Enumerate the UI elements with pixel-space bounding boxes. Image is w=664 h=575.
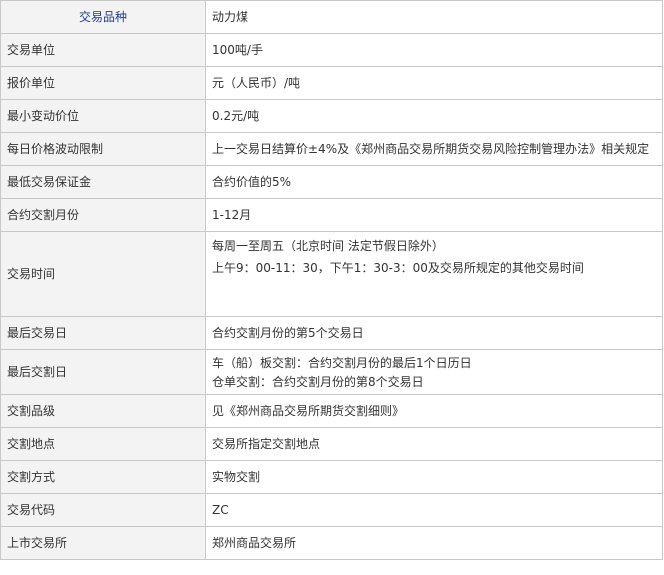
header-value-cell: 动力煤 <box>205 0 663 34</box>
value-line: 100吨/手 <box>212 43 263 57</box>
table-row: 最低交易保证金 合约价值的5% <box>0 165 663 199</box>
row-label: 最后交割日 <box>0 349 206 395</box>
table-row: 交易单位 100吨/手 <box>0 33 663 67</box>
row-value: 100吨/手 <box>205 33 663 67</box>
row-value: 交易所指定交割地点 <box>205 427 663 461</box>
row-value: 合约交割月份的第5个交易日 <box>205 316 663 350</box>
table-row: 交割方式 实物交割 <box>0 460 663 494</box>
row-value: 每周一至周五（北京时间 法定节假日除外） 上午9：00-11：30，下午1：30… <box>205 231 663 317</box>
table-row: 报价单位 元（人民币）/吨 <box>0 66 663 100</box>
row-value: 合约价值的5% <box>205 165 663 199</box>
table-row: 合约交割月份 1-12月 <box>0 198 663 232</box>
value-line: 交易所指定交割地点 <box>212 437 321 451</box>
contract-spec-table: 交易品种 动力煤 交易单位 100吨/手 报价单位 元（人民币）/吨 最小变动价… <box>0 0 663 560</box>
header-label-cell: 交易品种 <box>0 0 206 34</box>
table-row: 交易时间 每周一至周五（北京时间 法定节假日除外） 上午9：00-11：30，下… <box>0 231 663 317</box>
row-label: 交割方式 <box>0 460 206 494</box>
row-label: 最后交易日 <box>0 316 206 350</box>
row-label: 合约交割月份 <box>0 198 206 232</box>
row-value: 郑州商品交易所 <box>205 526 663 560</box>
row-value: 车（船）板交割：合约交割月份的最后1个日历日 仓单交割：合约交割月份的第8个交易… <box>205 349 663 395</box>
row-label: 交易单位 <box>0 33 206 67</box>
value-line: ZC <box>212 503 229 517</box>
row-label: 最低交易保证金 <box>0 165 206 199</box>
table-row: 交割品级 见《郑州商品交易所期货交割细则》 <box>0 394 663 428</box>
row-value: 元（人民币）/吨 <box>205 66 663 100</box>
value-line: 1-12月 <box>212 208 252 222</box>
value-line: 见《郑州商品交易所期货交割细则》 <box>212 404 405 418</box>
row-label: 交易代码 <box>0 493 206 527</box>
value-line: 0.2元/吨 <box>212 109 260 123</box>
table-row: 最后交易日 合约交割月份的第5个交易日 <box>0 316 663 350</box>
value-line: 合约交割月份的第5个交易日 <box>212 326 364 340</box>
row-label: 交割地点 <box>0 427 206 461</box>
value-line: 实物交割 <box>212 470 261 484</box>
row-value: 实物交割 <box>205 460 663 494</box>
value-line: 仓单交割：合约交割月份的第8个交易日 <box>212 374 424 389</box>
table-row: 最小变动价位 0.2元/吨 <box>0 99 663 133</box>
table-row: 最后交割日 车（船）板交割：合约交割月份的最后1个日历日 仓单交割：合约交割月份… <box>0 349 663 395</box>
row-label: 每日价格波动限制 <box>0 132 206 166</box>
table-row: 每日价格波动限制 上一交易日结算价±4%及《郑州商品交易所期货交易风险控制管理办… <box>0 132 663 166</box>
row-label: 交割品级 <box>0 394 206 428</box>
value-line: 上一交易日结算价±4%及《郑州商品交易所期货交易风险控制管理办法》相关规定 <box>212 142 650 156</box>
row-label: 上市交易所 <box>0 526 206 560</box>
row-label: 报价单位 <box>0 66 206 100</box>
value-line: 元（人民币）/吨 <box>212 76 301 90</box>
row-value: 见《郑州商品交易所期货交割细则》 <box>205 394 663 428</box>
row-value: 上一交易日结算价±4%及《郑州商品交易所期货交易风险控制管理办法》相关规定 <box>205 132 663 166</box>
value-line: 合约价值的5% <box>212 175 292 189</box>
row-value: 0.2元/吨 <box>205 99 663 133</box>
value-line: 郑州商品交易所 <box>212 536 297 550</box>
table-row: 交割地点 交易所指定交割地点 <box>0 427 663 461</box>
row-label: 最小变动价位 <box>0 99 206 133</box>
value-line: 每周一至周五（北京时间 法定节假日除外） <box>212 239 444 253</box>
value-line: 车（船）板交割：合约交割月份的最后1个日历日 <box>212 355 472 370</box>
row-label: 交易时间 <box>0 231 206 317</box>
table-header-row: 交易品种 动力煤 <box>0 0 663 34</box>
table-row: 交易代码 ZC <box>0 493 663 527</box>
row-value: 1-12月 <box>205 198 663 232</box>
row-value: ZC <box>205 493 663 527</box>
table-row: 上市交易所 郑州商品交易所 <box>0 526 663 560</box>
value-line: 上午9：00-11：30，下午1：30-3：00及交易所规定的其他交易时间 <box>212 261 584 275</box>
